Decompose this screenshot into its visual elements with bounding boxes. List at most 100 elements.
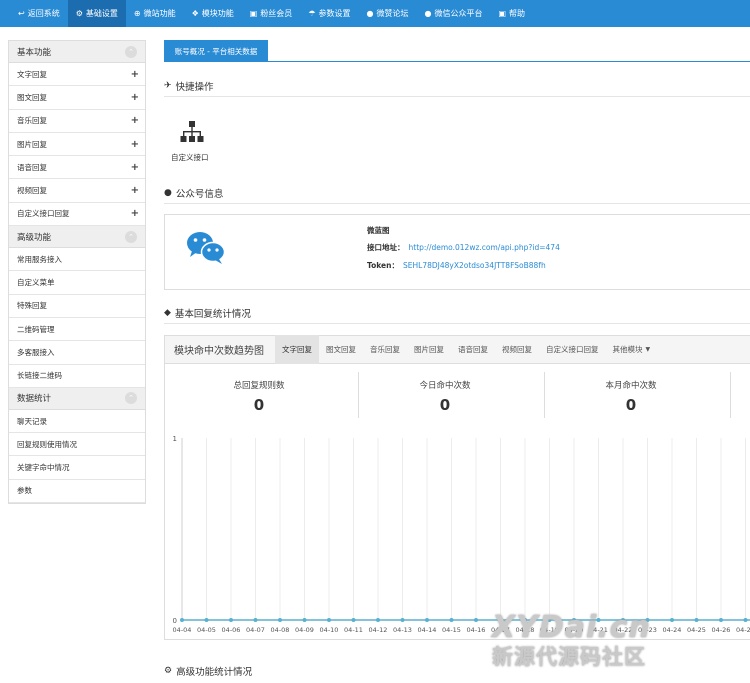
- sidebar-item-label: 参数: [17, 486, 32, 496]
- sidebar-item[interactable]: 参数: [9, 480, 145, 504]
- sidebar-item[interactable]: 语音回复 +: [9, 156, 145, 180]
- collapse-icon[interactable]: ⌃: [125, 230, 137, 243]
- sidebar-item-label: 文字回复: [17, 69, 47, 79]
- panel-tab-4[interactable]: 语音回复: [451, 335, 495, 364]
- x-tick-label: 04-05: [197, 626, 216, 634]
- panel-tab-5[interactable]: 视频回复: [495, 335, 539, 364]
- sidebar-item[interactable]: 长链接二维码: [9, 365, 145, 388]
- sidebar-group-header[interactable]: 基本功能 ⌃: [9, 41, 145, 63]
- panel-tab-label: 视频回复: [502, 345, 532, 354]
- nav-item-label: 参数设置: [318, 9, 351, 18]
- panel-tab-7[interactable]: 其他模块 ▼: [606, 335, 658, 364]
- gear-icon: ⚙: [75, 9, 83, 18]
- sidebar-item[interactable]: 自定义接口回复 +: [9, 203, 145, 227]
- comments-icon: ●: [366, 9, 374, 18]
- nav-item-2[interactable]: ⊕ 微站功能: [126, 0, 184, 27]
- sidebar-item[interactable]: 常用服务接入: [9, 248, 145, 272]
- data-point: [449, 618, 454, 622]
- data-point: [425, 618, 429, 622]
- advanced-stats-title: 高级功能统计情况: [176, 667, 253, 678]
- tab-account-overview[interactable]: 账号概况 - 平台相关数据: [164, 40, 268, 62]
- sidebar-item[interactable]: 特殊回复: [9, 295, 145, 318]
- tab-underline: [164, 61, 750, 62]
- token-label: Token：: [367, 261, 399, 270]
- panel-tab-3[interactable]: 图片回复: [407, 335, 451, 364]
- panel-tab-6[interactable]: 自定义接口回复: [539, 335, 606, 364]
- nav-item-5[interactable]: ☂ 参数设置: [300, 0, 358, 27]
- divider: [164, 323, 750, 324]
- sidebar-item-label: 图片回复: [17, 139, 47, 149]
- account-name: 微蓝图: [367, 226, 390, 235]
- x-tick-label: 04-04: [173, 626, 192, 634]
- sidebar-item[interactable]: 聊天记录: [9, 410, 145, 434]
- sitemap-icon[interactable]: [180, 120, 204, 144]
- api-url-row: 接口地址： http://demo.012wz.com/api.php?id=47…: [367, 242, 560, 253]
- panel-tab-label: 其他模块: [612, 345, 643, 354]
- nav-item-7[interactable]: ● 微信公众平台: [416, 0, 490, 27]
- sidebar-item[interactable]: 自定义菜单: [9, 271, 145, 295]
- plus-icon[interactable]: +: [131, 185, 139, 196]
- sidebar-item-label: 特殊回复: [17, 301, 47, 311]
- nav-item-label: 帮助: [509, 9, 526, 18]
- sidebar-group-header[interactable]: 高级功能 ⌃: [9, 226, 145, 249]
- x-tick-label: 04-15: [442, 626, 461, 634]
- sidebar-item[interactable]: 文字回复 +: [9, 63, 145, 87]
- nav-item-3[interactable]: ❖ 模块功能: [184, 0, 242, 27]
- reply-stats-heading: ◆ 基本回复统计情况: [164, 306, 251, 320]
- x-tick-label: 04-08: [271, 626, 290, 634]
- account-info-heading: ● 公众号信息: [164, 186, 223, 200]
- plus-icon[interactable]: +: [131, 115, 139, 126]
- cogs-icon: ⚙: [164, 666, 173, 676]
- data-point: [743, 618, 748, 622]
- sidebar-item[interactable]: 音乐回复 +: [9, 110, 145, 133]
- data-point: [400, 618, 405, 622]
- plus-icon[interactable]: +: [131, 92, 139, 103]
- globe-icon: ⊕: [133, 9, 141, 18]
- plus-icon[interactable]: +: [131, 208, 139, 219]
- sidebar-item[interactable]: 视频回复 +: [9, 179, 145, 203]
- x-tick-label: 04-16: [467, 626, 486, 634]
- plus-icon[interactable]: +: [131, 69, 139, 80]
- nav-item-label: 粉丝会员: [260, 9, 293, 18]
- sidebar-item[interactable]: 二维码管理: [9, 318, 145, 342]
- quick-item-custom-api[interactable]: 自定义接口: [171, 152, 209, 163]
- sidebar-item[interactable]: 关键字命中情况: [9, 456, 145, 480]
- stat-label: 总回复规则数: [233, 381, 285, 391]
- sidebar-group-title: 数据统计: [17, 394, 52, 405]
- x-tick-label: 04-13: [393, 626, 412, 634]
- nav-item-1[interactable]: ⚙ 基础设置: [67, 0, 126, 27]
- data-point: [327, 618, 331, 622]
- sidebar-item-label: 回复规则使用情况: [17, 439, 77, 449]
- sidebar-item[interactable]: 图片回复 +: [9, 133, 145, 157]
- x-tick-label: 04-07: [246, 626, 265, 634]
- data-point: [278, 618, 282, 622]
- panel-tab-1[interactable]: 图文回复: [319, 335, 363, 364]
- collapse-icon[interactable]: ⌃: [125, 392, 137, 405]
- x-tick-label: 04-10: [320, 626, 339, 634]
- chat-icon: ●: [424, 9, 432, 18]
- sidebar-group-title: 高级功能: [17, 232, 52, 243]
- data-point: [719, 618, 723, 622]
- android-icon: ◆: [164, 308, 171, 318]
- sidebar-item-label: 长链接二维码: [17, 371, 62, 381]
- api-url-link[interactable]: http://demo.012wz.com/api.php?id=474: [409, 243, 560, 252]
- nav-item-0[interactable]: ↩ 返回系统: [10, 0, 68, 27]
- nav-item-label: 模块功能: [201, 9, 234, 18]
- plus-icon[interactable]: +: [131, 139, 139, 150]
- collapse-icon[interactable]: ⌃: [125, 45, 137, 58]
- token-value[interactable]: SEHL78DJ48yX2otdso34JTT8FSoB88fh: [403, 261, 546, 270]
- sidebar-item[interactable]: 回复规则使用情况: [9, 433, 145, 457]
- nav-item-8[interactable]: ▣ 帮助: [490, 0, 533, 27]
- sidebar-item-label: 自定义菜单: [17, 278, 55, 288]
- advanced-stats-heading: ⚙ 高级功能统计情况: [164, 664, 252, 678]
- sidebar-item[interactable]: 图文回复 +: [9, 86, 145, 110]
- nav-item-6[interactable]: ● 微赞论坛: [358, 0, 416, 27]
- panel-tab-2[interactable]: 音乐回复: [363, 335, 407, 364]
- nav-item-4[interactable]: ▣ 粉丝会员: [242, 0, 301, 27]
- sidebar-item-label: 视频回复: [17, 186, 47, 196]
- panel-tab-0[interactable]: 文字回复: [275, 335, 319, 364]
- plus-icon[interactable]: +: [131, 162, 139, 173]
- sidebar-item-label: 多客服接入: [17, 347, 55, 357]
- sidebar-item[interactable]: 多客服接入: [9, 341, 145, 365]
- sidebar-group-header[interactable]: 数据统计 ⌃: [9, 387, 145, 410]
